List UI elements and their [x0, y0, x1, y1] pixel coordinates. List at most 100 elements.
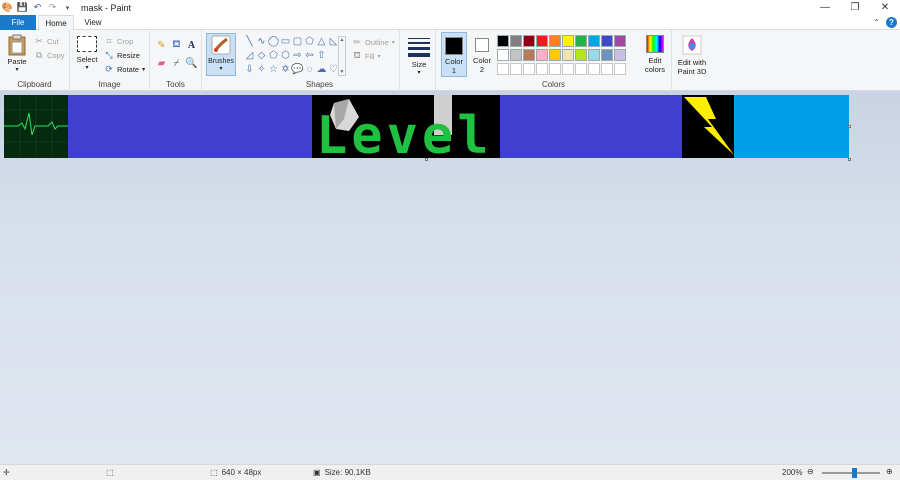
tab-view[interactable]: View [76, 15, 110, 30]
restore-button[interactable]: ❐ [840, 0, 870, 15]
palette-swatch[interactable] [601, 63, 613, 75]
palette-swatch[interactable] [523, 49, 535, 61]
zoom-slider-thumb[interactable] [851, 468, 857, 478]
resize-handle-bottom[interactable] [425, 158, 428, 161]
scroll-down-icon[interactable]: ▼ [340, 69, 345, 75]
scroll-up-icon[interactable]: ▲ [340, 37, 345, 43]
hexagon-shape-icon[interactable]: ⬡ [280, 50, 291, 61]
palette-swatch[interactable] [510, 35, 522, 47]
up-arrow-shape-icon[interactable]: ⇧ [316, 50, 327, 61]
shapes-scrollbar[interactable]: ▲ ▼ [338, 36, 346, 76]
palette-swatch[interactable] [601, 35, 613, 47]
outline-button[interactable]: ✏ Outline ▾ [352, 37, 395, 47]
pencil-icon[interactable]: ✎ [155, 39, 168, 52]
callout-rounded-shape-icon[interactable]: 💬 [291, 64, 303, 75]
palette-swatch[interactable] [536, 63, 548, 75]
color-picker-icon[interactable]: ⌿ [170, 57, 183, 70]
fill-bucket-icon[interactable]: ⛾ [170, 39, 183, 52]
palette-swatch[interactable] [510, 63, 522, 75]
cut-button[interactable]: ✂ Cut [34, 36, 58, 46]
palette-swatch[interactable] [614, 63, 626, 75]
palette-swatch[interactable] [523, 63, 535, 75]
palette-swatch[interactable] [510, 49, 522, 61]
palette-swatch[interactable] [575, 35, 587, 47]
color1-button[interactable]: Color 1 [441, 32, 467, 77]
callout-oval-shape-icon[interactable]: ◌ [304, 64, 315, 75]
palette-swatch[interactable] [497, 49, 509, 61]
edit-with-paint3d-button[interactable]: Edit with Paint 3D [674, 35, 710, 76]
customize-quick-access-icon[interactable]: ▾ [62, 2, 73, 13]
palette-swatch[interactable] [575, 49, 587, 61]
polygon-shape-icon[interactable]: ⬠ [304, 36, 315, 47]
palette-swatch[interactable] [601, 49, 613, 61]
diamond-shape-icon[interactable]: ◇ [256, 50, 267, 61]
right-triangle-2-shape-icon[interactable]: ◿ [244, 50, 255, 61]
palette-swatch[interactable] [614, 49, 626, 61]
canvas-workspace[interactable]: Level [0, 91, 900, 464]
palette-swatch[interactable] [497, 35, 509, 47]
select-dropdown-icon[interactable]: ▾ [85, 64, 88, 71]
crop-button[interactable]: ⌗ Crop [104, 36, 133, 46]
palette-swatch[interactable] [549, 35, 561, 47]
palette-swatch[interactable] [549, 63, 561, 75]
minimize-button[interactable]: — [810, 0, 840, 15]
brushes-dropdown-icon[interactable]: ▾ [219, 65, 222, 72]
zoom-in-button[interactable]: ⊕ [886, 467, 893, 476]
curve-shape-icon[interactable]: ∿ [256, 36, 267, 47]
palette-swatch[interactable] [562, 49, 574, 61]
six-point-star-shape-icon[interactable]: ✡ [280, 64, 291, 75]
right-arrow-shape-icon[interactable]: ⇨ [292, 50, 303, 61]
resize-button[interactable]: ⤡ Resize [104, 50, 140, 60]
brushes-button[interactable]: Brushes ▾ [206, 33, 236, 76]
help-icon[interactable]: ? [886, 17, 897, 28]
palette-swatch[interactable] [536, 35, 548, 47]
pentagon-shape-icon[interactable]: ⬠ [268, 50, 279, 61]
close-button[interactable]: ✕ [870, 0, 900, 15]
drawing-canvas[interactable]: Level [4, 95, 849, 158]
palette-swatch[interactable] [588, 49, 600, 61]
edit-colors-button[interactable]: Edit colors [641, 35, 669, 74]
left-arrow-shape-icon[interactable]: ⇦ [304, 50, 315, 61]
cloud-callout-shape-icon[interactable]: ☁ [316, 64, 327, 75]
triangle-shape-icon[interactable]: △ [316, 36, 327, 47]
palette-swatch[interactable] [575, 63, 587, 75]
tab-home[interactable]: Home [38, 15, 74, 31]
redo-icon[interactable]: ↷ [47, 2, 58, 13]
palette-swatch[interactable] [523, 35, 535, 47]
down-arrow-shape-icon[interactable]: ⇩ [244, 64, 255, 75]
palette-swatch[interactable] [497, 63, 509, 75]
paste-button[interactable]: Paste ▾ [4, 34, 30, 73]
tab-file[interactable]: File [0, 15, 36, 30]
palette-swatch[interactable] [562, 63, 574, 75]
palette-swatch[interactable] [588, 63, 600, 75]
palette-swatch[interactable] [588, 35, 600, 47]
save-icon[interactable]: 💾 [17, 2, 28, 13]
undo-icon[interactable]: ↶ [32, 2, 43, 13]
palette-swatch[interactable] [536, 49, 548, 61]
palette-swatch[interactable] [562, 35, 574, 47]
select-button[interactable]: Select ▾ [74, 36, 100, 71]
zoom-out-button[interactable]: ⊖ [807, 467, 814, 476]
four-point-star-shape-icon[interactable]: ✧ [256, 64, 267, 75]
palette-swatch[interactable] [549, 49, 561, 61]
rotate-button[interactable]: ⟳ Rotate ▾ [104, 64, 145, 74]
rectangle-shape-icon[interactable]: ▭ [280, 36, 291, 47]
zoom-slider[interactable] [822, 468, 880, 478]
rounded-rectangle-shape-icon[interactable]: ▢ [292, 36, 303, 47]
oval-shape-icon[interactable]: ◯ [268, 36, 279, 47]
palette-swatch[interactable] [614, 35, 626, 47]
rotate-dropdown-icon[interactable]: ▾ [142, 66, 145, 73]
text-icon[interactable]: A [185, 39, 198, 52]
paste-dropdown-icon[interactable]: ▾ [15, 66, 18, 73]
collapse-ribbon-icon[interactable]: ⌃ [871, 17, 882, 28]
five-point-star-shape-icon[interactable]: ☆ [268, 64, 279, 75]
fill-button[interactable]: ⛾ Fill ▾ [352, 50, 380, 61]
size-button[interactable]: Size ▾ [404, 34, 434, 78]
eraser-icon[interactable]: ▰ [155, 57, 168, 70]
copy-button[interactable]: ⧉ Copy [34, 50, 65, 60]
magnifier-icon[interactable]: 🔍 [185, 57, 198, 70]
color2-button[interactable]: Color 2 [469, 32, 495, 77]
resize-handle-corner[interactable] [848, 158, 851, 161]
resize-handle-right[interactable] [848, 125, 851, 128]
line-shape-icon[interactable]: ╲ [244, 36, 255, 47]
